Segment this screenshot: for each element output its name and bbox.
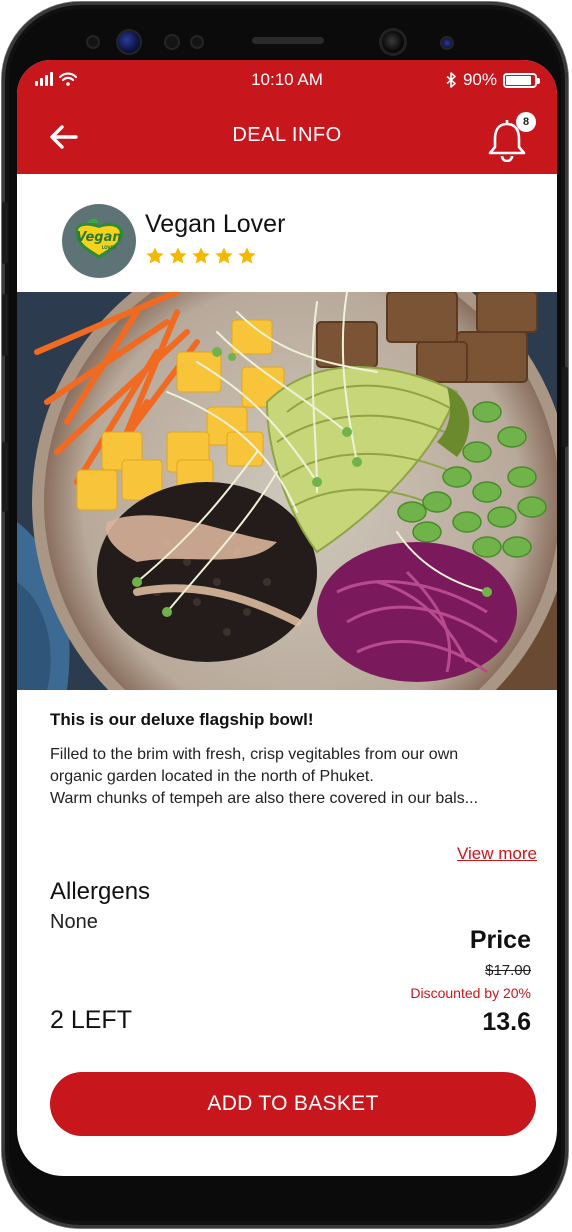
- sensor: [192, 37, 202, 47]
- add-to-basket-button[interactable]: ADD TO BASKET: [50, 1072, 536, 1136]
- battery-level: [506, 75, 531, 85]
- mute-switch: [2, 202, 8, 264]
- phone-frame: 10:10 AM 90% DEAL INFO 8 Vegan LOVER Veg…: [2, 2, 568, 1228]
- original-price: $17.00: [485, 962, 531, 979]
- buddha-bowl-illustration: [17, 292, 557, 690]
- star-icon: [215, 247, 233, 264]
- vendor-row: Vegan LOVER Vegan Lover: [17, 174, 557, 292]
- star-icon: [146, 247, 164, 264]
- deal-description: Filled to the brim with fresh, crisp veg…: [50, 744, 530, 810]
- stock-remaining: 2 LEFT: [50, 1006, 132, 1034]
- vendor-name[interactable]: Vegan Lover: [145, 210, 285, 239]
- vendor-logo-subtext: LOVER: [102, 245, 117, 250]
- description-line: Warm chunks of tempeh are also there cov…: [50, 790, 479, 807]
- description-line: Filled to the brim with fresh, crisp veg…: [50, 746, 459, 763]
- bluetooth-icon: [446, 72, 456, 88]
- iris-camera: [382, 31, 404, 53]
- vendor-rating: [145, 246, 257, 266]
- allergens-value: None: [50, 911, 98, 933]
- price-label: Price: [469, 926, 531, 954]
- deal-title: This is our deluxe flagship bowl!: [50, 710, 314, 729]
- battery-percent: 90%: [462, 70, 497, 89]
- final-price: 13.6: [482, 1008, 531, 1036]
- volume-up-button: [2, 294, 8, 356]
- sensor: [166, 36, 178, 48]
- allergens-label: Allergens: [50, 878, 151, 905]
- front-camera: [118, 31, 140, 53]
- vendor-logo[interactable]: Vegan LOVER: [62, 204, 136, 278]
- earpiece-speaker: [252, 37, 324, 44]
- vendor-logo-image: Vegan LOVER: [75, 218, 123, 259]
- vendor-logo-text: Vegan: [76, 230, 121, 245]
- view-more-link[interactable]: View more: [457, 844, 537, 864]
- star-icon: [169, 247, 187, 264]
- status-right: 90%: [445, 70, 540, 90]
- ir-sensor: [442, 38, 452, 48]
- notifications-button[interactable]: 8: [487, 112, 536, 163]
- volume-down-button: [2, 442, 8, 512]
- page-title: DEAL INFO: [232, 124, 342, 146]
- proximity-sensor: [88, 37, 98, 47]
- star-icon: [238, 247, 256, 264]
- app-screen: 10:10 AM 90% DEAL INFO 8 Vegan LOVER Veg…: [17, 60, 557, 1176]
- app-header: 10:10 AM 90% DEAL INFO 8: [17, 60, 557, 174]
- battery-icon: [503, 72, 540, 88]
- deal-image: [17, 292, 557, 690]
- power-button: [562, 367, 568, 447]
- discount-text: Discounted by 20%: [410, 985, 531, 1001]
- description-line: organic garden located in the north of P…: [50, 768, 374, 785]
- star-icon: [192, 247, 210, 264]
- notification-count-badge: 8: [516, 112, 536, 132]
